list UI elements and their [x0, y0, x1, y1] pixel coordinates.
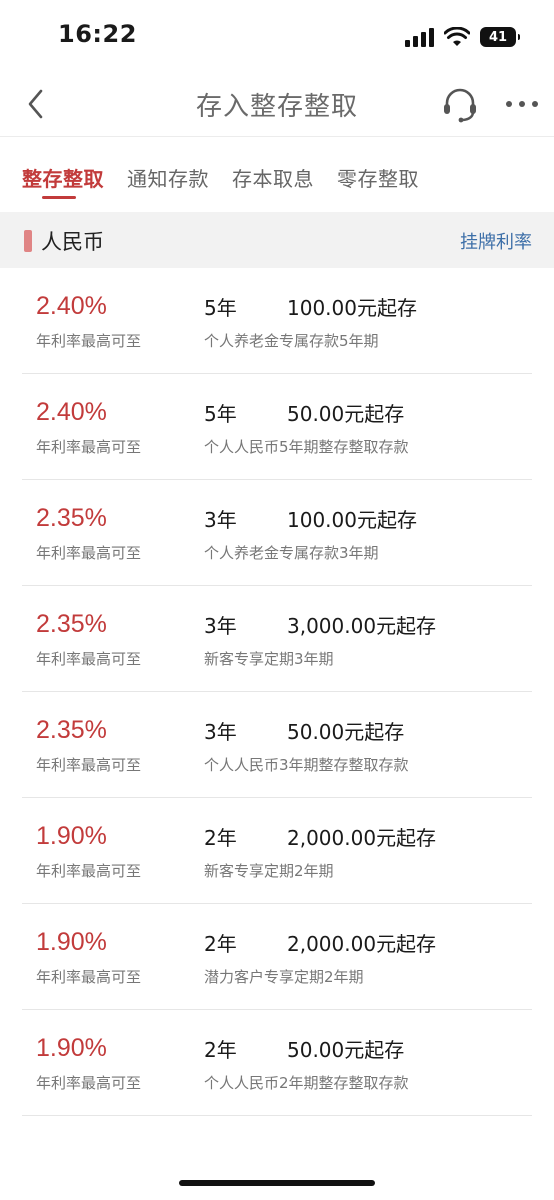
term: 3年 — [204, 720, 237, 744]
min-amount: 2,000.00元起存 — [287, 826, 437, 850]
min-amount: 50.00元起存 — [287, 720, 405, 744]
tab-lump-sum[interactable]: 整存整取 — [22, 163, 104, 192]
rate-value: 1.90% — [36, 822, 107, 850]
product-name: 个人养老金专属存款3年期 — [204, 544, 379, 562]
status-bar: 16:22 41 — [0, 0, 554, 74]
more-button[interactable] — [502, 84, 542, 124]
term: 5年 — [204, 296, 237, 320]
list-item[interactable]: 2.35% 年利率最高可至 3年 100.00元起存 个人养老金专属存款3年期 — [0, 480, 554, 586]
rate-label: 年利率最高可至 — [36, 544, 142, 562]
tab-installment[interactable]: 零存整取 — [337, 163, 419, 192]
rate-value: 2.40% — [36, 398, 107, 426]
min-amount: 2,000.00元起存 — [287, 932, 437, 956]
rate-value: 2.35% — [36, 504, 107, 532]
customer-service-button[interactable] — [438, 82, 482, 126]
product-name: 潜力客户专享定期2年期 — [204, 968, 364, 986]
product-name: 新客专享定期3年期 — [204, 650, 334, 668]
term: 3年 — [204, 508, 237, 532]
divider — [22, 1115, 532, 1116]
wifi-icon — [444, 27, 470, 46]
tab-bar: 整存整取 通知存款 存本取息 零存整取 — [0, 137, 554, 211]
product-list: 2.40% 年利率最高可至 5年 100.00元起存 个人养老金专属存款5年期 … — [0, 268, 554, 1116]
rate-label: 年利率最高可至 — [36, 1074, 142, 1092]
tab-notice-deposit[interactable]: 通知存款 — [127, 163, 209, 192]
nav-bar: 存入整存整取 — [0, 74, 554, 137]
term: 2年 — [204, 1038, 237, 1062]
more-dots-icon — [506, 101, 538, 107]
rate-label: 年利率最高可至 — [36, 756, 142, 774]
term: 3年 — [204, 614, 237, 638]
rate-label: 年利率最高可至 — [36, 438, 142, 456]
min-amount: 100.00元起存 — [287, 296, 417, 320]
min-amount: 100.00元起存 — [287, 508, 417, 532]
min-amount: 3,000.00元起存 — [287, 614, 437, 638]
home-indicator — [179, 1180, 375, 1186]
list-item[interactable]: 1.90% 年利率最高可至 2年 50.00元起存 个人人民币2年期整存整取存款 — [0, 1010, 554, 1116]
rate-label: 年利率最高可至 — [36, 332, 142, 350]
tab-interest-payout[interactable]: 存本取息 — [232, 163, 314, 192]
battery-icon: 41 — [480, 27, 520, 47]
rate-value: 1.90% — [36, 928, 107, 956]
status-icons: 41 — [404, 24, 520, 50]
term: 2年 — [204, 932, 237, 956]
headset-icon — [444, 88, 476, 123]
list-item[interactable]: 2.35% 年利率最高可至 3年 3,000.00元起存 新客专享定期3年期 — [0, 586, 554, 692]
product-name: 个人人民币2年期整存整取存款 — [204, 1074, 409, 1092]
status-time: 16:22 — [58, 20, 137, 48]
term: 5年 — [204, 402, 237, 426]
list-item[interactable]: 2.35% 年利率最高可至 3年 50.00元起存 个人人民币3年期整存整取存款 — [0, 692, 554, 798]
listed-rates-link[interactable]: 挂牌利率 — [460, 228, 532, 254]
list-item[interactable]: 1.90% 年利率最高可至 2年 2,000.00元起存 新客专享定期2年期 — [0, 798, 554, 904]
list-item[interactable]: 1.90% 年利率最高可至 2年 2,000.00元起存 潜力客户专享定期2年期 — [0, 904, 554, 1010]
section-header: 人民币 挂牌利率 — [0, 212, 554, 268]
list-item[interactable]: 2.40% 年利率最高可至 5年 50.00元起存 个人人民币5年期整存整取存款 — [0, 374, 554, 480]
rate-label: 年利率最高可至 — [36, 968, 142, 986]
rate-label: 年利率最高可至 — [36, 650, 142, 668]
rate-value: 1.90% — [36, 1034, 107, 1062]
product-name: 新客专享定期2年期 — [204, 862, 334, 880]
min-amount: 50.00元起存 — [287, 1038, 405, 1062]
rate-label: 年利率最高可至 — [36, 862, 142, 880]
product-name: 个人人民币3年期整存整取存款 — [204, 756, 409, 774]
rate-value: 2.40% — [36, 292, 107, 320]
section-title: 人民币 — [41, 230, 104, 254]
battery-level: 41 — [488, 29, 508, 45]
section-marker — [24, 230, 32, 252]
cellular-signal-icon — [405, 28, 434, 47]
product-name: 个人养老金专属存款5年期 — [204, 332, 379, 350]
rate-value: 2.35% — [36, 716, 107, 744]
list-item[interactable]: 2.40% 年利率最高可至 5年 100.00元起存 个人养老金专属存款5年期 — [0, 268, 554, 374]
product-name: 个人人民币5年期整存整取存款 — [204, 438, 409, 456]
rate-value: 2.35% — [36, 610, 107, 638]
min-amount: 50.00元起存 — [287, 402, 405, 426]
term: 2年 — [204, 826, 237, 850]
active-tab-indicator — [42, 196, 76, 199]
